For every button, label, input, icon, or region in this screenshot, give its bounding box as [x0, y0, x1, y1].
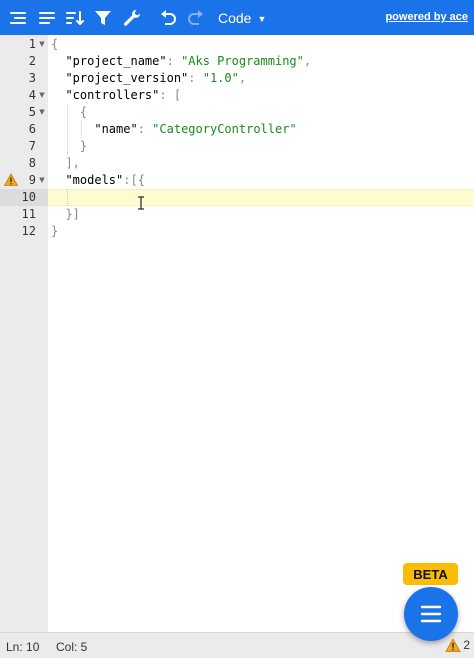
beta-badge: BETA	[403, 563, 458, 585]
menu-fab-button[interactable]	[404, 587, 458, 641]
code-line-11: }]	[65, 207, 80, 221]
status-bar: Ln: 10 Col: 5 2	[0, 632, 474, 658]
hamburger-menu-icon	[420, 605, 442, 623]
line-number: 9	[28, 173, 36, 187]
line-number: 11	[21, 207, 36, 221]
text-cursor-icon	[138, 196, 144, 210]
code-line-9: "models":[{	[65, 173, 145, 187]
fold-toggle-icon[interactable]: ▼	[38, 36, 46, 53]
code-line-7: }	[79, 139, 88, 153]
filter-icon[interactable]	[91, 6, 115, 30]
warning-icon	[445, 638, 462, 652]
code-line-1: {	[51, 37, 59, 51]
code-line-8: ],	[65, 156, 80, 170]
line-number: 4	[28, 88, 36, 102]
code-line-4: "controllers": [	[65, 88, 182, 102]
fold-toggle-icon[interactable]: ▼	[38, 87, 46, 104]
compact-icon[interactable]	[35, 6, 59, 30]
line-number: 3	[28, 71, 36, 85]
active-line-highlight	[48, 189, 474, 206]
code-editor[interactable]: 1 2 3 4 5 6 7 8 9 10 11 12 ▼ ▼ ▼ ▼ { "pr…	[0, 35, 474, 632]
code-line-2: "project_name": "Aks Programming",	[65, 54, 312, 68]
cursor-line-status: Ln: 10	[6, 640, 40, 654]
code-line-5: {	[79, 105, 88, 119]
format-icon[interactable]	[6, 6, 30, 30]
warnings-indicator[interactable]: 2	[445, 638, 470, 652]
sort-icon[interactable]	[63, 6, 87, 30]
repair-icon[interactable]	[120, 6, 144, 30]
mode-label: Code	[218, 10, 252, 26]
code-line-6: "name": "CategoryController"	[94, 122, 297, 136]
line-number: 8	[28, 156, 36, 170]
mode-dropdown[interactable]: Code ▼	[218, 7, 266, 29]
code-line-3: "project_version": "1.0",	[65, 71, 247, 85]
editor-toolbar: Code ▼ powered by ace	[0, 0, 474, 35]
line-number: 2	[28, 54, 36, 68]
line-number: 5	[28, 105, 36, 119]
undo-icon[interactable]	[156, 6, 180, 30]
line-number: 6	[28, 122, 36, 136]
fold-toggle-icon[interactable]: ▼	[38, 172, 46, 189]
code-line-12: }	[51, 224, 59, 238]
cursor-col-status: Col: 5	[56, 640, 88, 654]
powered-by-link[interactable]: powered by ace	[385, 11, 468, 23]
indent-guide	[67, 189, 68, 206]
fold-toggle-icon[interactable]: ▼	[38, 104, 46, 121]
warning-count: 2	[463, 638, 470, 652]
line-number: 12	[21, 224, 36, 238]
line-number: 1	[28, 37, 36, 51]
line-number: 10	[21, 190, 36, 204]
line-number: 7	[28, 139, 36, 153]
redo-icon[interactable]	[184, 6, 208, 30]
chevron-down-icon: ▼	[257, 13, 267, 24]
